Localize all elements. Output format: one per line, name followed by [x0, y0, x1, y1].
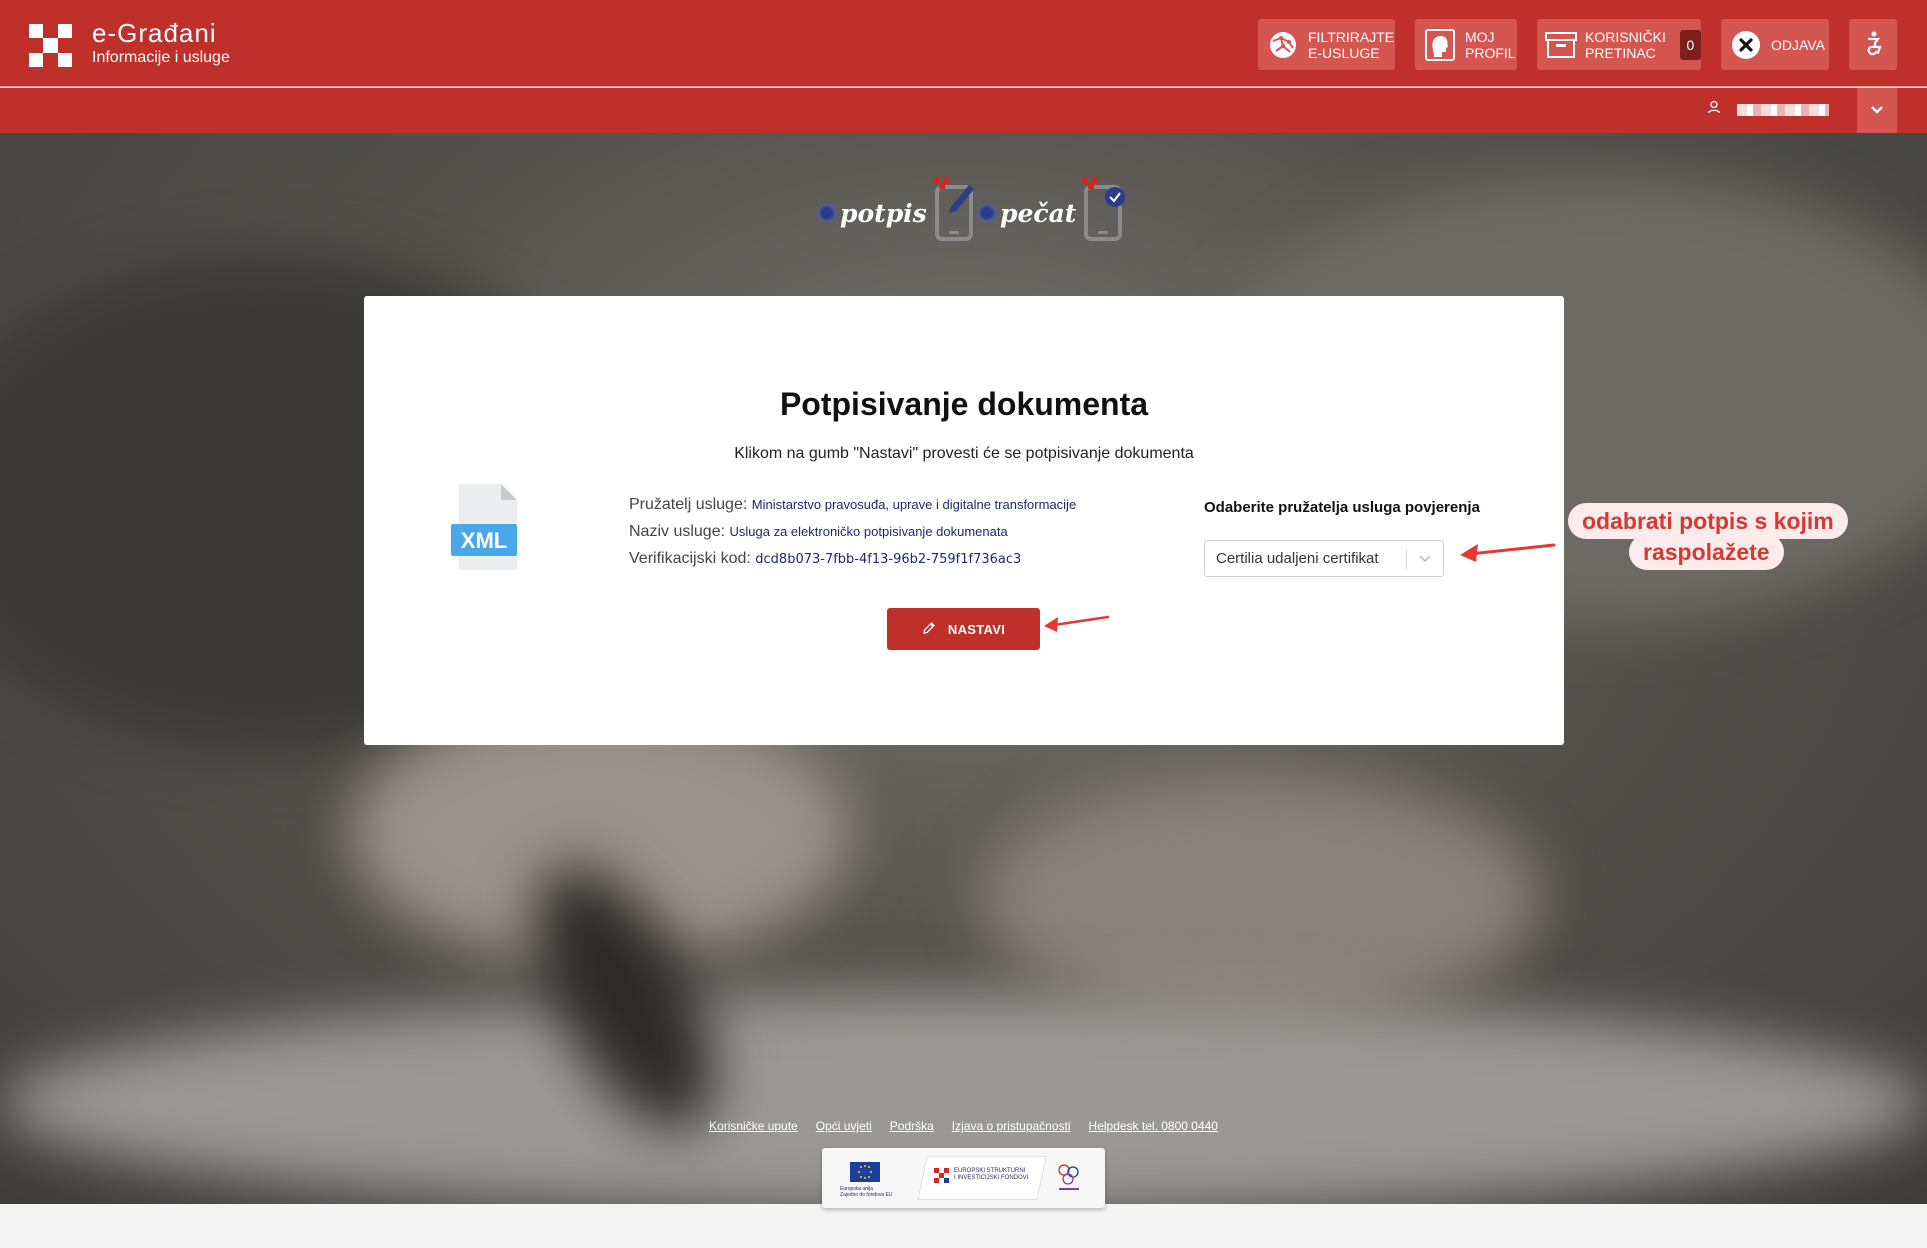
- instruction-text: Klikom na gumb "Nastavi" provesti će se …: [734, 445, 1194, 462]
- service-value: Usluga za elektroničko potpisivanje doku…: [729, 524, 1008, 539]
- croatian-checker-logo-icon[interactable]: [29, 24, 72, 67]
- verification-code: dcd8b073-7fbb-4f13-96b2-759f1f736ac3: [755, 552, 1022, 567]
- accessibility-button[interactable]: [1849, 19, 1897, 70]
- esif-caption: EUROPSKI STRUKTURNI I INVESTICIJSKI FOND…: [954, 1168, 1029, 1181]
- xml-file-icon: XML: [451, 484, 517, 570]
- provider-label: Pružatelj usluge:: [629, 496, 748, 513]
- footer-link-helpdesk[interactable]: Helpdesk tel. 0800 0440: [1089, 1119, 1218, 1133]
- phone-check-icon: [1082, 177, 1126, 241]
- esif-checker-icon: [934, 1168, 950, 1189]
- globe-network-icon: [1266, 28, 1300, 62]
- epotpis-word: potpis: [840, 198, 927, 228]
- close-icon: [1729, 28, 1763, 62]
- my-profile-label: MOJ PROFIL: [1465, 28, 1516, 61]
- footer-links: Korisničke upute Opći uvjeti Podrška Izj…: [0, 1119, 1927, 1133]
- inbox-count-badge: 0: [1679, 29, 1701, 60]
- trust-provider-label: Odaberite pružatelja usluga povjerenja: [1204, 499, 1480, 516]
- provider-value: Ministarstvo pravosuđa, uprave i digital…: [751, 497, 1077, 512]
- operational-programme-icon: [1054, 1160, 1084, 1201]
- footer-link-user-guide[interactable]: Korisničke upute: [709, 1119, 798, 1133]
- profile-head-icon: [1423, 28, 1457, 62]
- e-dot-icon: [818, 204, 836, 222]
- epecat-word: pečat: [1000, 198, 1077, 228]
- eu-funds-logos: Europska unija Zajedno do fondova EU EUR…: [822, 1148, 1105, 1208]
- epecat-logo: pečat: [978, 177, 1126, 243]
- e-dot-icon: [978, 204, 996, 222]
- pencil-icon: [922, 621, 936, 638]
- provider-row: Pružatelj usluge: Ministarstvo pravosuđa…: [629, 491, 1076, 518]
- continue-label: NASTAVI: [947, 621, 1006, 637]
- user-bar: [0, 88, 1927, 133]
- verification-label: Verifikacijski kod:: [629, 550, 751, 567]
- trust-provider-selected-value: Certilia udaljeni certifikat: [1216, 550, 1379, 567]
- user-inbox-label: KORISNIČKI PRETINAC: [1585, 28, 1666, 61]
- service-label: Naziv usluge:: [629, 523, 726, 540]
- user-menu-dropdown-button[interactable]: [1857, 88, 1897, 133]
- chevron-down-icon: [1870, 102, 1884, 120]
- footer-link-accessibility-statement[interactable]: Izjava o pristupačnosti: [952, 1119, 1071, 1133]
- annotation-arrow-continue: [1044, 615, 1110, 632]
- eu-caption: Europska unija Zajedno do fondova EU: [840, 1186, 893, 1198]
- continue-button[interactable]: NASTAVI: [887, 608, 1040, 650]
- page-title: Potpisivanje dokumenta: [779, 386, 1149, 422]
- eu-flag-icon: [850, 1162, 880, 1182]
- brand-subtitle: Informacije i usluge: [92, 49, 230, 66]
- annotation-callout-line2: raspolažete: [1629, 534, 1784, 570]
- verification-row: Verifikacijski kod: dcd8b073-7fbb-4f13-9…: [629, 545, 1076, 573]
- filter-eservices-label: FILTRIRAJTE E-USLUGE: [1308, 28, 1395, 61]
- my-profile-button[interactable]: MOJ PROFIL: [1415, 19, 1517, 70]
- inbox-box-icon: [1545, 28, 1577, 62]
- logout-button[interactable]: ODJAVA: [1721, 19, 1829, 70]
- filter-eservices-button[interactable]: FILTRIRAJTE E-USLUGE: [1258, 19, 1395, 70]
- phone-pen-icon: [932, 177, 974, 241]
- trust-provider-select[interactable]: Certilia udaljeni certifikat: [1204, 540, 1444, 577]
- service-row: Naziv usluge: Usluga za elektroničko pot…: [629, 518, 1076, 545]
- accessibility-icon: [1860, 30, 1886, 59]
- brand-title[interactable]: e-Građani: [92, 18, 217, 49]
- user-inbox-button[interactable]: KORISNIČKI PRETINAC 0: [1537, 19, 1701, 70]
- chevron-down-icon[interactable]: [1407, 554, 1443, 563]
- user-icon: [1707, 100, 1721, 119]
- epotpis-logo: potpis: [818, 177, 974, 243]
- logout-label: ODJAVA: [1771, 36, 1825, 53]
- footer-link-terms[interactable]: Opći uvjeti: [816, 1119, 872, 1133]
- footer-link-support[interactable]: Podrška: [890, 1119, 934, 1133]
- annotation-arrow-select: [1460, 543, 1556, 562]
- file-type-label: XML: [460, 528, 508, 553]
- top-header: e-Građani Informacije i usluge FILTRIRAJ…: [0, 0, 1927, 87]
- user-name-blurred[interactable]: [1737, 104, 1829, 116]
- page-footer-strip: [0, 1204, 1927, 1248]
- document-info: Pružatelj usluge: Ministarstvo pravosuđa…: [629, 491, 1076, 573]
- signing-card: Potpisivanje dokumenta Klikom na gumb "N…: [364, 296, 1564, 745]
